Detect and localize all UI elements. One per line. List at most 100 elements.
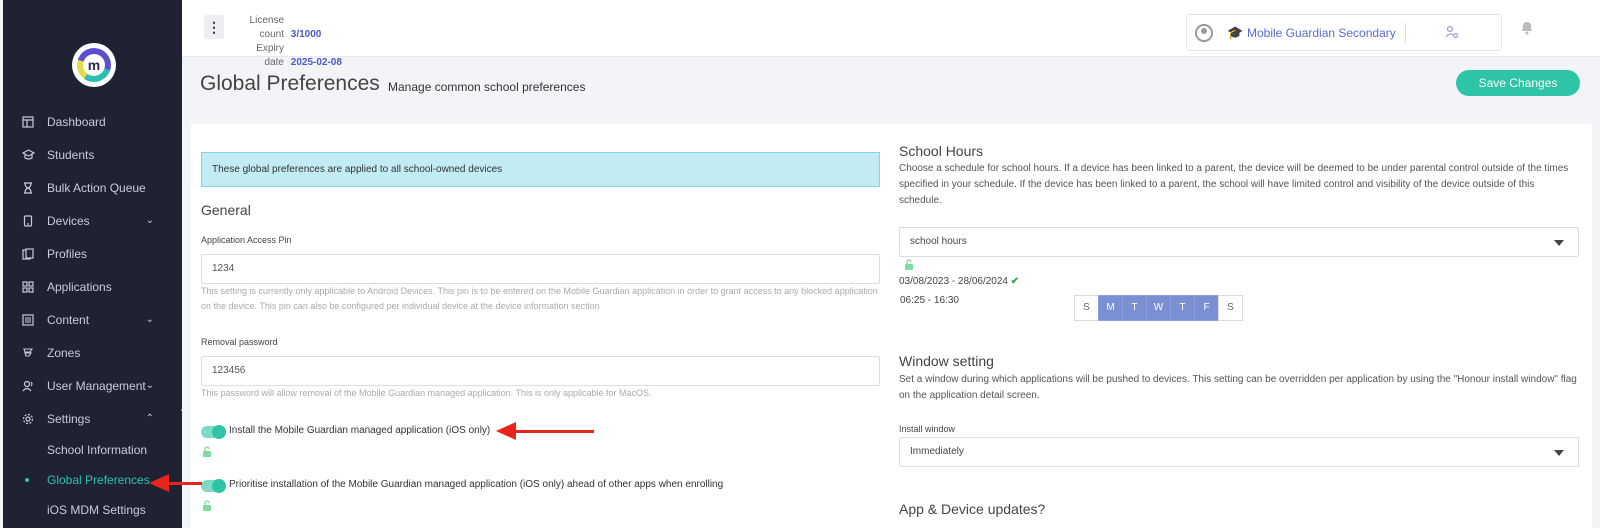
install-app-toggle[interactable] <box>201 425 226 439</box>
sidebar-item-profiles[interactable]: Profiles <box>3 237 182 270</box>
window-setting-description: Set a window during which applications w… <box>899 374 1577 401</box>
sidebar-item-label: Students <box>47 147 95 162</box>
check-icon: ✔ <box>1010 276 1020 287</box>
gear-icon <box>21 412 35 426</box>
weekday-button[interactable]: M <box>1098 295 1123 321</box>
unlock-icon[interactable] <box>202 500 212 512</box>
page-subtitle: Manage common school preferences <box>388 80 586 94</box>
install-app-toggle-label: Install the Mobile Guardian managed appl… <box>229 425 491 436</box>
user-avatar-icon[interactable] <box>1195 24 1213 42</box>
weekday-button[interactable]: S <box>1218 295 1243 321</box>
top-bar: ⋮ License count 3/1000 Expiry date 2025-… <box>182 0 1600 68</box>
install-window-select[interactable]: Immediately <box>899 437 1579 467</box>
annotation-arrow-head <box>149 474 169 492</box>
sidebar-nav: Dashboard Students Bulk Action Queue Dev… <box>3 105 182 525</box>
graduation-cap-icon: 🎓 <box>1227 25 1244 40</box>
general-section-title: General <box>201 202 251 218</box>
students-icon <box>21 148 35 162</box>
sidebar-item-settings[interactable]: Settings ⌃ <box>3 402 182 435</box>
sidebar-item-label: Zones <box>47 345 81 360</box>
license-info: License count 3/1000 Expiry date 2025-02… <box>234 14 342 70</box>
chevron-down-icon: ⌄ <box>145 314 154 325</box>
weekday-button[interactable]: S <box>1074 295 1099 321</box>
sidebar-item-label: Bulk Action Queue <box>47 180 146 195</box>
date-range-text: 03/08/2023 - 28/06/2024 <box>899 276 1008 287</box>
hourglass-icon <box>21 181 35 195</box>
caret-down-icon <box>1554 240 1564 246</box>
preferences-card: These global preferences are applied to … <box>191 124 1592 528</box>
annotation-arrow-shaft <box>514 430 594 433</box>
dashboard-icon <box>21 115 35 129</box>
annotation-arrow-head <box>496 422 516 440</box>
user-settings-icon[interactable] <box>1445 25 1459 42</box>
sidebar-item-bulk-action-queue[interactable]: Bulk Action Queue <box>3 171 182 204</box>
unlock-icon[interactable] <box>904 259 914 271</box>
school-selector[interactable]: 🎓 Mobile Guardian Secondary <box>1186 14 1502 51</box>
sidebar-subitem-label: Global Preferences <box>47 473 150 487</box>
install-window-label: Install window <box>899 424 956 434</box>
sidebar-item-user-management[interactable]: User Management ⌄ <box>3 369 182 402</box>
logo-ring: m <box>77 48 111 82</box>
school-hours-description: Choose a schedule for school hours. If a… <box>899 163 1569 206</box>
sidebar-item-label: Devices <box>47 213 90 228</box>
window-setting-title: Window setting <box>899 353 994 369</box>
sidebar-subitem-ios-mdm-settings[interactable]: iOS MDM Settings <box>3 495 182 525</box>
info-banner: These global preferences are applied to … <box>201 152 880 187</box>
page-title: Global Preferences <box>200 72 380 95</box>
sidebar-item-students[interactable]: Students <box>3 138 182 171</box>
sidebar-subitem-label: School Information <box>47 443 148 457</box>
school-name[interactable]: Mobile Guardian Secondary <box>1247 26 1396 40</box>
install-window-value: Immediately <box>910 446 964 457</box>
pin-help-text: This setting is currently only applicabl… <box>201 286 878 311</box>
sidebar-item-label: Content <box>47 312 90 327</box>
chevron-down-icon: ⌄ <box>145 215 154 226</box>
chevron-up-icon: ⌃ <box>145 413 154 424</box>
caret-down-icon <box>1554 450 1564 456</box>
sidebar-item-label: Applications <box>47 279 112 294</box>
chevron-down-icon: ⌄ <box>145 380 154 391</box>
removal-password-label: Removal password <box>201 337 278 347</box>
profiles-icon <box>21 247 35 261</box>
sidebar-item-content[interactable]: Content ⌄ <box>3 303 182 336</box>
app-logo[interactable]: m <box>72 43 116 87</box>
prioritise-install-toggle[interactable] <box>201 479 226 493</box>
sidebar-item-applications[interactable]: Applications <box>3 270 182 303</box>
zones-icon <box>21 346 35 360</box>
save-changes-button[interactable]: Save Changes <box>1456 70 1580 96</box>
schedule-date-range: 03/08/2023 - 28/06/2024 ✔ <box>899 274 1019 290</box>
schedule-select[interactable]: school hours <box>899 227 1579 257</box>
sidebar-item-label: User Management <box>47 378 146 393</box>
pin-label: Application Access Pin <box>201 235 292 245</box>
unlock-icon[interactable] <box>202 446 212 458</box>
removal-password-help-text: This password will allow removal of the … <box>201 388 652 398</box>
license-count-value: 3/1000 <box>290 29 322 40</box>
prioritise-install-toggle-label: Prioritise installation of the Mobile Gu… <box>229 479 724 490</box>
pin-input[interactable]: 1234 <box>201 254 880 284</box>
weekday-button[interactable]: W <box>1146 295 1171 321</box>
weekday-button[interactable]: F <box>1194 295 1219 321</box>
removal-password-input[interactable]: 123456 <box>201 356 880 386</box>
logo-letter: m <box>83 54 105 76</box>
sidebar-subitem-school-information[interactable]: School Information <box>3 435 182 465</box>
sidebar-item-dashboard[interactable]: Dashboard <box>3 105 182 138</box>
sidebar-item-devices[interactable]: Devices ⌄ <box>3 204 182 237</box>
app-device-updates-title: App & Device updates? <box>899 501 1046 517</box>
sidebar-item-zones[interactable]: Zones <box>3 336 182 369</box>
bell-icon[interactable] <box>1520 20 1534 35</box>
schedule-select-value: school hours <box>910 236 967 247</box>
expiry-date-value: 2025-02-08 <box>290 57 342 68</box>
license-count-label: License count <box>249 15 284 40</box>
annotation-arrow-shaft <box>168 482 202 485</box>
schedule-time-range: 06:25 - 16:30 <box>900 295 959 306</box>
weekday-selector: SMTWTFS <box>1074 295 1243 321</box>
content-icon <box>21 313 35 327</box>
active-section-notch <box>181 400 191 420</box>
sidebar-subitem-label: iOS MDM Settings <box>47 503 146 517</box>
users-icon <box>21 379 35 393</box>
device-icon <box>21 214 35 228</box>
more-menu-button[interactable]: ⋮ <box>204 15 224 39</box>
school-hours-title: School Hours <box>899 143 984 159</box>
weekday-button[interactable]: T <box>1122 295 1147 321</box>
sidebar-item-label: Settings <box>47 411 91 426</box>
weekday-button[interactable]: T <box>1170 295 1195 321</box>
